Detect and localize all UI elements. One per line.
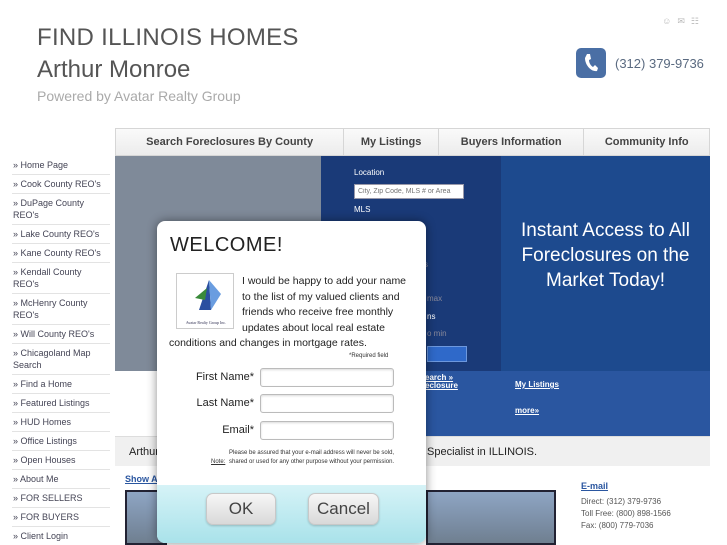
sidebar-item-about[interactable]: » About Me xyxy=(12,470,110,489)
email-field[interactable] xyxy=(260,421,394,440)
phone-icon xyxy=(576,48,606,78)
agent-name: Arthur Monroe xyxy=(37,56,191,83)
my-listings-link[interactable]: My Listings xyxy=(515,380,559,389)
sidebar-item-featured[interactable]: » Featured Listings xyxy=(12,394,110,413)
sidebar-item-mchenry[interactable]: » McHenry County REO's xyxy=(12,294,110,325)
banner-right-text: Specialist in ILLINOIS. xyxy=(427,446,538,458)
sidebar-item-will[interactable]: » Will County REO's xyxy=(12,325,110,344)
powered-by-text: Powered by Avatar Realty Group xyxy=(37,88,241,104)
sidebar-item-kendall[interactable]: » Kendall County REO's xyxy=(12,263,110,294)
sidebar-item-cook[interactable]: » Cook County REO's xyxy=(12,175,110,194)
nav-my-listings[interactable]: My Listings xyxy=(344,129,439,155)
sidebar-item-map-search[interactable]: » Chicagoland Map Search xyxy=(12,344,110,375)
sidebar-item-hud[interactable]: » HUD Homes xyxy=(12,413,110,432)
sidebar-item-buyers[interactable]: » FOR BUYERS xyxy=(12,508,110,527)
search-submit-button[interactable] xyxy=(427,346,467,362)
mail-icon[interactable]: ✉ xyxy=(677,16,691,26)
mls-label: MLS xyxy=(354,205,371,214)
sidebar-item-kane[interactable]: » Kane County REO's xyxy=(12,244,110,263)
fax-number: Fax: (800) 779-7036 xyxy=(581,521,654,530)
sidebar-item-lake[interactable]: » Lake County REO's xyxy=(12,225,110,244)
first-name-label: First Name* xyxy=(195,371,254,383)
main-nav: Search Foreclosures By County My Listing… xyxy=(115,128,710,156)
welcome-modal: WELCOME! Avatar Realty Group Inc. I woul… xyxy=(157,221,426,543)
sidebar-item-client-login[interactable]: » Client Login xyxy=(12,527,110,545)
email-label: Email* xyxy=(222,424,254,436)
banner-left-text: Arthur xyxy=(129,446,159,458)
more-link[interactable]: more» xyxy=(515,406,539,415)
top-utility-icons: ☺✉☷ xyxy=(662,16,705,27)
site-header: FIND ILLINOIS HOMES Arthur Monroe Powere… xyxy=(0,0,727,128)
partial-select-2: o min xyxy=(427,329,447,338)
contact-info: E-mail Direct: (312) 379-9736 Toll Free:… xyxy=(581,480,671,532)
foreclosure-link[interactable]: eclosure xyxy=(425,381,458,390)
max-field-text: max xyxy=(427,294,443,303)
sidebar-item-home[interactable]: » Home Page xyxy=(12,156,110,175)
sidebar-nav: » Home Page » Cook County REO's » DuPage… xyxy=(12,156,110,545)
nav-buyers-information[interactable]: Buyers Information xyxy=(439,129,585,155)
nav-community-info[interactable]: Community Info xyxy=(584,129,709,155)
sidebar-item-find-home[interactable]: » Find a Home xyxy=(12,375,110,394)
cancel-button[interactable]: Cancel xyxy=(308,493,379,525)
required-note: *Required field xyxy=(349,353,389,359)
email-link[interactable]: E-mail xyxy=(581,480,671,492)
hero-promo: Instant Access to All Foreclosures on th… xyxy=(501,156,710,371)
ok-button[interactable]: OK xyxy=(206,493,276,525)
user-icon[interactable]: ☺ xyxy=(662,16,677,26)
sidebar-item-open-houses[interactable]: » Open Houses xyxy=(12,451,110,470)
location-search-input[interactable] xyxy=(354,184,464,199)
note-label: Note: xyxy=(211,459,226,465)
last-name-field[interactable] xyxy=(260,394,394,413)
location-label: Location xyxy=(354,168,385,177)
sidebar-item-sellers[interactable]: » FOR SELLERS xyxy=(12,489,110,508)
modal-title: WELCOME! xyxy=(170,234,283,256)
show-all-link[interactable]: Show A xyxy=(125,474,158,484)
toll-free-phone: Toll Free: (800) 898-1566 xyxy=(581,509,671,518)
first-name-field[interactable] xyxy=(260,368,394,387)
sidebar-item-office[interactable]: » Office Listings xyxy=(12,432,110,451)
privacy-text: Please be assured that your e-mail addre… xyxy=(229,450,395,465)
site-title: FIND ILLINOIS HOMES xyxy=(37,24,299,51)
partial-label: ns xyxy=(427,312,436,321)
modal-footer-band xyxy=(157,485,426,543)
modal-message-wrap: I would be happy to add your name to the… xyxy=(169,274,417,352)
sidebar-item-dupage[interactable]: » DuPage County REO's xyxy=(12,194,110,225)
nav-search-foreclosures[interactable]: Search Foreclosures By County xyxy=(116,129,345,155)
listing-photo[interactable] xyxy=(426,490,556,545)
phone-number[interactable]: (312) 379-9736 xyxy=(615,56,704,71)
last-name-label: Last Name* xyxy=(196,397,254,409)
sitemap-icon[interactable]: ☷ xyxy=(691,16,705,26)
direct-phone: Direct: (312) 379-9736 xyxy=(581,497,662,506)
hero-headline: Instant Access to All Foreclosures on th… xyxy=(521,220,690,291)
